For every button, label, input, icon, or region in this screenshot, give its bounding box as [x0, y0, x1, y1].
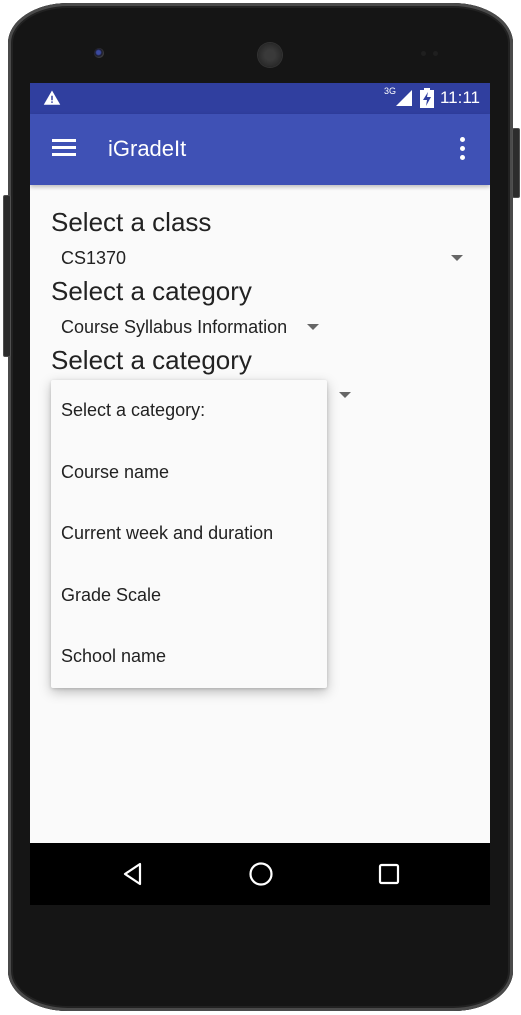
front-camera: [94, 48, 104, 58]
signal-icon: 3G: [384, 86, 414, 108]
earpiece-speaker: [258, 43, 282, 67]
dropdown-item[interactable]: Course name: [51, 442, 327, 504]
app-title: iGradeIt: [108, 136, 187, 161]
app-bar: iGradeIt: [30, 114, 490, 185]
warning-icon: [43, 90, 61, 105]
navigation-bar: [30, 843, 490, 905]
chevron-down-icon: [451, 255, 463, 261]
category-label: Select a category: [51, 276, 252, 306]
dropdown-item[interactable]: School name: [51, 626, 327, 688]
chevron-down-icon: [307, 324, 320, 330]
proximity-sensor: [421, 51, 426, 56]
home-icon[interactable]: [248, 861, 274, 887]
status-time: 11:11: [439, 88, 480, 107]
more-vert-icon[interactable]: [454, 137, 470, 163]
hamburger-menu-icon[interactable]: [52, 139, 76, 159]
category-spinner-value: Course Syllabus Information: [61, 316, 288, 337]
power-button[interactable]: [512, 128, 520, 198]
status-bar: 3G 11:11: [30, 83, 490, 114]
dropdown-item[interactable]: Current week and duration: [51, 503, 327, 565]
class-spinner[interactable]: CS1370: [51, 243, 463, 273]
category-dropdown-menu: Select a category: Course name Current w…: [51, 380, 327, 688]
category-spinner[interactable]: Course Syllabus Information: [51, 312, 320, 342]
main-content: Select a class CS1370 Select a category …: [30, 185, 490, 905]
light-sensor: [433, 51, 438, 56]
volume-button[interactable]: [3, 195, 11, 357]
recents-icon[interactable]: [376, 861, 402, 887]
battery-charging-icon: [419, 88, 434, 108]
screen: 3G 11:11 iGradeIt Select a class CS1370 …: [30, 83, 490, 905]
dropdown-item[interactable]: Grade Scale: [51, 565, 327, 627]
class-spinner-value: CS1370: [61, 247, 127, 268]
network-type-label: 3G: [383, 86, 396, 96]
dropdown-item[interactable]: Select a category:: [51, 380, 327, 442]
chevron-down-icon: [339, 392, 351, 398]
subcategory-label: Select a category: [51, 345, 252, 375]
back-icon[interactable]: [120, 861, 146, 887]
class-label: Select a class: [51, 207, 212, 237]
